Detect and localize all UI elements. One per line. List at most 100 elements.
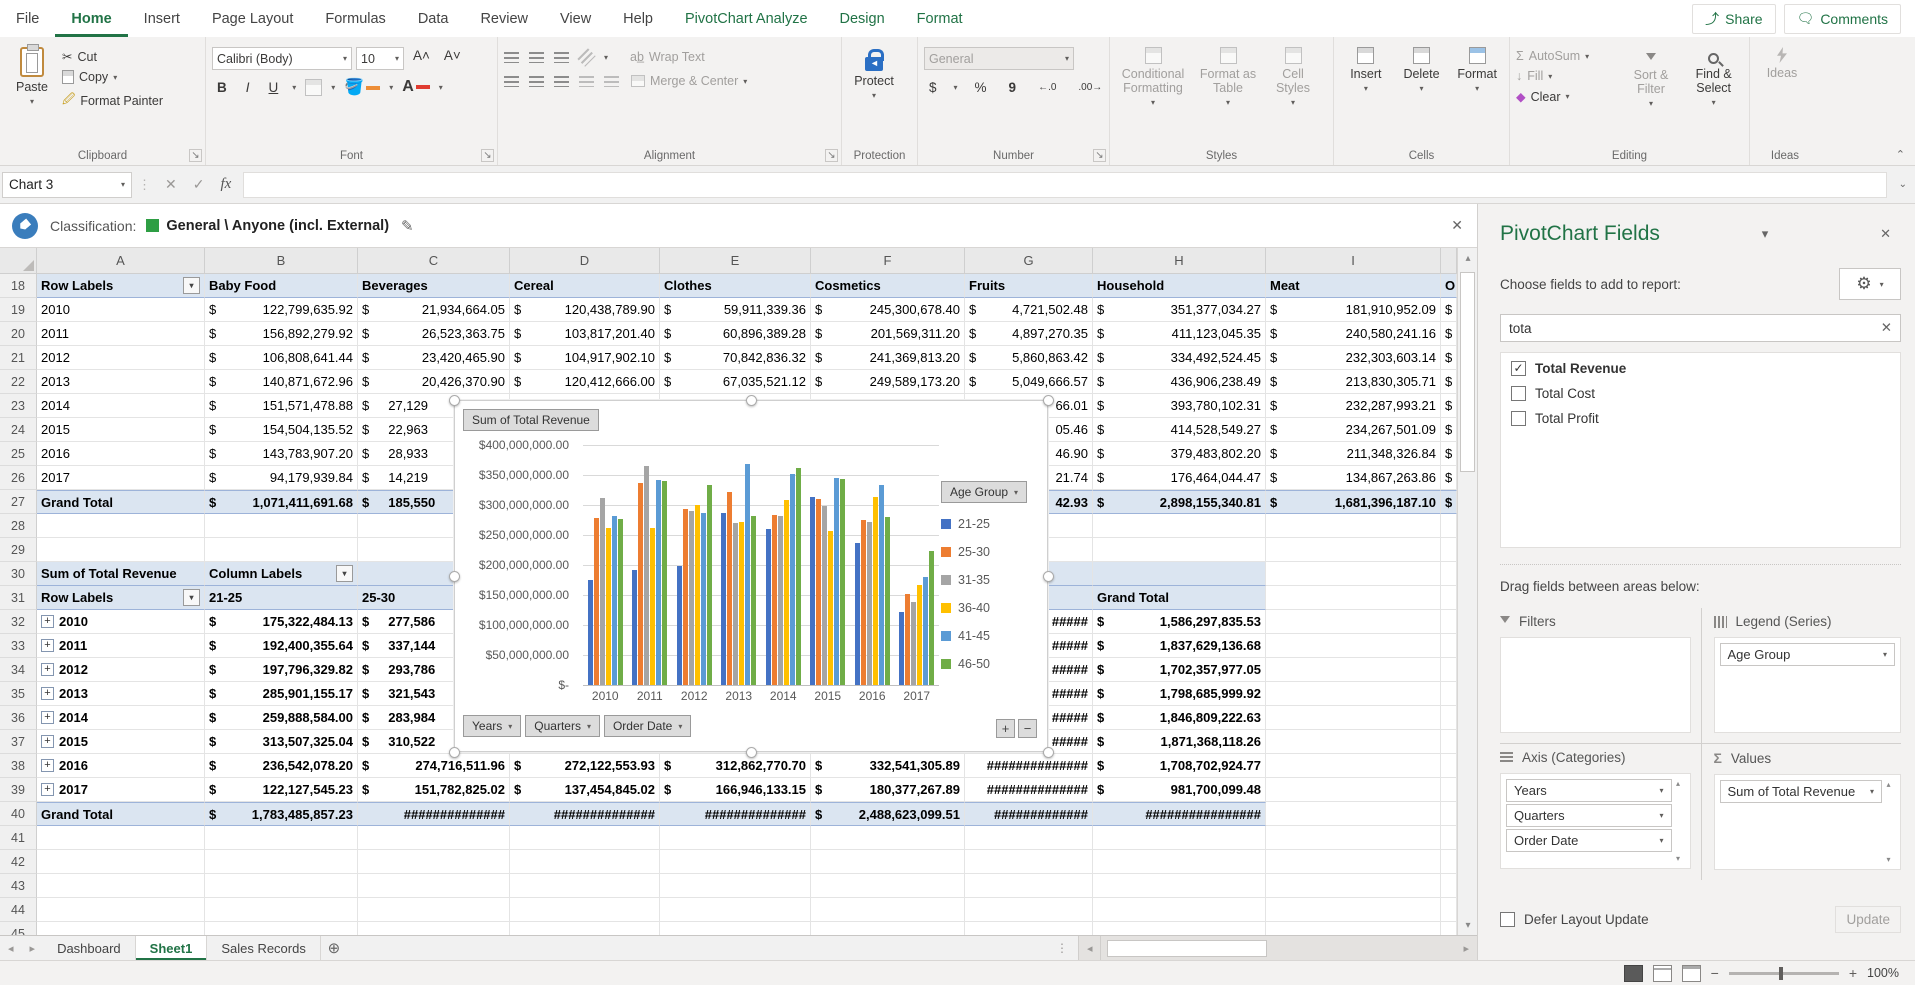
cell-J18[interactable]: O bbox=[1441, 274, 1457, 298]
cell-J34[interactable] bbox=[1441, 658, 1457, 682]
cell-E44[interactable] bbox=[660, 898, 811, 922]
bar-36-40-2016[interactable] bbox=[873, 497, 878, 685]
cell-D44[interactable] bbox=[510, 898, 660, 922]
bar-31-35-2017[interactable] bbox=[911, 602, 916, 685]
sheet-nav-left-icon[interactable]: ◂ bbox=[0, 936, 22, 960]
cell-A44[interactable] bbox=[37, 898, 205, 922]
bar-25-30-2012[interactable] bbox=[683, 509, 688, 685]
bar-41-45-2013[interactable] bbox=[745, 464, 750, 685]
cell-B38[interactable]: $236,542,078.20 bbox=[205, 754, 358, 778]
bar-31-35-2010[interactable] bbox=[600, 498, 605, 685]
expand-icon[interactable]: + bbox=[41, 759, 54, 772]
cell-I33[interactable] bbox=[1266, 634, 1441, 658]
chart-collapse-icon[interactable]: − bbox=[1018, 719, 1037, 738]
cell-B37[interactable]: $313,507,325.04 bbox=[205, 730, 358, 754]
pane-options-icon[interactable]: ▾ bbox=[1752, 226, 1779, 242]
horizontal-scrollbar[interactable] bbox=[1100, 936, 1455, 960]
cell-I18[interactable]: Meat bbox=[1266, 274, 1441, 298]
bar-41-45-2016[interactable] bbox=[879, 485, 884, 685]
bar-21-25-2010[interactable] bbox=[588, 580, 593, 685]
cell-E20[interactable]: $60,896,389.28 bbox=[660, 322, 811, 346]
column-header-H[interactable]: H bbox=[1093, 248, 1266, 274]
font-name-combo[interactable]: Calibri (Body)▾ bbox=[212, 47, 352, 70]
chart-value-field-button[interactable]: Sum of Total Revenue bbox=[463, 409, 599, 431]
cell-I21[interactable]: $232,303,603.14 bbox=[1266, 346, 1441, 370]
cell-A41[interactable] bbox=[37, 826, 205, 850]
bar-21-25-2013[interactable] bbox=[721, 513, 726, 685]
pane-close-icon[interactable]: ✕ bbox=[1870, 226, 1901, 242]
cell-G43[interactable] bbox=[965, 874, 1093, 898]
cell-B39[interactable]: $122,127,545.23 bbox=[205, 778, 358, 802]
copy-button[interactable]: Copy▾ bbox=[62, 70, 163, 84]
align-right-icon[interactable] bbox=[554, 76, 569, 87]
row-header-39[interactable]: 39 bbox=[0, 778, 37, 802]
cell-F42[interactable] bbox=[811, 850, 965, 874]
fill-button[interactable]: ↓Fill▾ bbox=[1516, 69, 1618, 83]
cell-I32[interactable] bbox=[1266, 610, 1441, 634]
cell-I24[interactable]: $234,267,501.09 bbox=[1266, 418, 1441, 442]
pivot-field-order-date[interactable]: Order Date▾ bbox=[1506, 829, 1672, 852]
cell-A39[interactable]: +2017 bbox=[37, 778, 205, 802]
wrap-text-button[interactable]: ab̲Wrap Text bbox=[630, 50, 705, 64]
cell-I20[interactable]: $240,580,241.16 bbox=[1266, 322, 1441, 346]
cell-I19[interactable]: $181,910,952.09 bbox=[1266, 298, 1441, 322]
cell-H32[interactable]: $1,586,297,835.53 bbox=[1093, 610, 1266, 634]
cell-E21[interactable]: $70,842,836.32 bbox=[660, 346, 811, 370]
cell-J43[interactable] bbox=[1441, 874, 1457, 898]
cell-A18[interactable]: Row Labels▾ bbox=[37, 274, 205, 298]
page-break-view-icon[interactable] bbox=[1682, 965, 1701, 982]
cell-A31[interactable]: Row Labels▾ bbox=[37, 586, 205, 610]
pivot-field-quarters[interactable]: Quarters▾ bbox=[1506, 804, 1672, 827]
bar-31-35-2012[interactable] bbox=[689, 511, 694, 685]
vertical-scroll-thumb[interactable] bbox=[1460, 272, 1475, 472]
cell-B36[interactable]: $259,888,584.00 bbox=[205, 706, 358, 730]
cell-J41[interactable] bbox=[1441, 826, 1457, 850]
cell-I41[interactable] bbox=[1266, 826, 1441, 850]
cell-A33[interactable]: +2011 bbox=[37, 634, 205, 658]
alignment-dialog-launcher[interactable]: ↘ bbox=[825, 149, 838, 162]
cell-H28[interactable] bbox=[1093, 514, 1266, 538]
cell-F43[interactable] bbox=[811, 874, 965, 898]
increase-decimal-button[interactable]: ←.0 bbox=[1033, 81, 1061, 94]
row-header-27[interactable]: 27 bbox=[0, 490, 37, 514]
cell-E38[interactable]: $312,862,770.70 bbox=[660, 754, 811, 778]
chart-selection-handle[interactable] bbox=[1043, 395, 1054, 406]
cell-H36[interactable]: $1,846,809,222.63 bbox=[1093, 706, 1266, 730]
cell-H22[interactable]: $436,906,238.49 bbox=[1093, 370, 1266, 394]
cell-D39[interactable]: $137,454,845.02 bbox=[510, 778, 660, 802]
expand-icon[interactable]: + bbox=[41, 711, 54, 724]
cell-E39[interactable]: $166,946,133.15 bbox=[660, 778, 811, 802]
bar-31-35-2013[interactable] bbox=[733, 523, 738, 685]
pivot-chart[interactable]: Sum of Total Revenue $400,000,000.00$350… bbox=[454, 400, 1048, 752]
axis-area[interactable]: Axis (Categories) Years▾Quarters▾Order D… bbox=[1500, 743, 1701, 880]
formula-bar-expand-icon[interactable]: ⌄ bbox=[1891, 179, 1915, 190]
cell-F40[interactable]: $2,488,623,099.51 bbox=[811, 802, 965, 826]
cell-I29[interactable] bbox=[1266, 538, 1441, 562]
cell-C42[interactable] bbox=[358, 850, 510, 874]
find-select-button[interactable]: Find & Select▾ bbox=[1685, 49, 1743, 107]
cell-B32[interactable]: $175,322,484.13 bbox=[205, 610, 358, 634]
cell-D19[interactable]: $120,438,789.90 bbox=[510, 298, 660, 322]
row-header-35[interactable]: 35 bbox=[0, 682, 37, 706]
cell-I43[interactable] bbox=[1266, 874, 1441, 898]
cell-B22[interactable]: $140,871,672.96 bbox=[205, 370, 358, 394]
chart-selection-handle[interactable] bbox=[1043, 571, 1054, 582]
cell-H25[interactable]: $379,483,802.20 bbox=[1093, 442, 1266, 466]
cell-I27[interactable]: $1,681,396,187.10 bbox=[1266, 490, 1441, 514]
insert-function-icon[interactable]: fx bbox=[212, 176, 239, 193]
bar-31-35-2016[interactable] bbox=[867, 522, 872, 685]
align-center-icon[interactable] bbox=[529, 76, 544, 87]
bar-46-50-2011[interactable] bbox=[662, 481, 667, 685]
cell-A36[interactable]: +2014 bbox=[37, 706, 205, 730]
row-header-40[interactable]: 40 bbox=[0, 802, 37, 826]
cell-C18[interactable]: Beverages bbox=[358, 274, 510, 298]
cell-C40[interactable]: ############## bbox=[358, 802, 510, 826]
insert-cells-button[interactable]: Insert▾ bbox=[1340, 43, 1392, 143]
cell-F21[interactable]: $241,369,813.20 bbox=[811, 346, 965, 370]
decrease-indent-icon[interactable] bbox=[579, 76, 594, 87]
cell-J23[interactable]: $ bbox=[1441, 394, 1457, 418]
column-header-I[interactable]: I bbox=[1266, 248, 1441, 274]
cell-J32[interactable] bbox=[1441, 610, 1457, 634]
scrollbar-resize-handle[interactable]: ⋮ bbox=[1046, 936, 1078, 960]
cell-G21[interactable]: $5,860,863.42 bbox=[965, 346, 1093, 370]
